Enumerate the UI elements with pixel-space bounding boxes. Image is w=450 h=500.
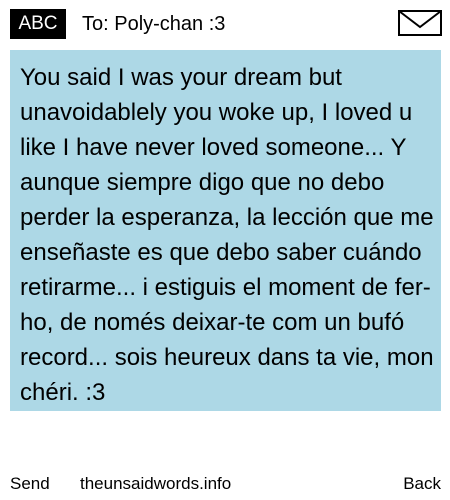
input-mode-indicator[interactable]: ABC: [10, 9, 66, 39]
message-body-text[interactable]: You said I was your dream but unavoidabl…: [20, 60, 438, 410]
recipient-field[interactable]: To: Poly-chan :3: [82, 9, 225, 39]
back-button[interactable]: Back: [403, 470, 441, 498]
site-credit-label: theunsaidwords.info: [80, 474, 232, 493]
send-button[interactable]: Send: [10, 470, 50, 498]
header-bar: ABC To: Poly-chan :3: [0, 0, 450, 50]
softkey-bar: Send theunsaidwords.info Back: [0, 470, 450, 500]
envelope-icon: [398, 10, 442, 36]
sms-compose-screen: ABC To: Poly-chan :3 You said I was your…: [0, 0, 450, 500]
